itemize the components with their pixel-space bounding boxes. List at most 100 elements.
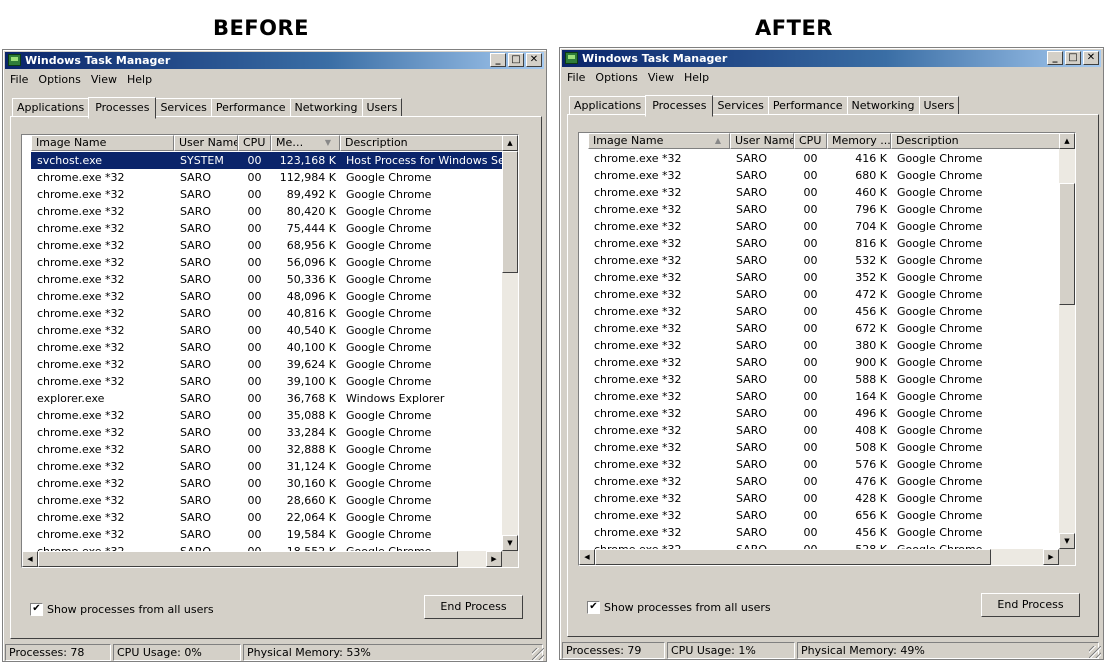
table-row[interactable]: chrome.exe *32 SARO 00 75,444 K Google Chrom… — [22, 220, 502, 237]
menu-view[interactable]: View — [643, 69, 679, 87]
tab-networking[interactable]: Networking — [846, 96, 920, 115]
menu-options[interactable]: Options — [33, 71, 85, 89]
tab-users[interactable]: Users — [361, 98, 403, 117]
scroll-right-button[interactable]: ▶ — [1043, 549, 1059, 565]
table-row[interactable]: chrome.exe *32 SARO 00 68,956 K Google Chrom… — [22, 237, 502, 254]
table-row[interactable]: chrome.exe *32 SARO 00 80,420 K Google Chrom… — [22, 203, 502, 220]
menu-help[interactable]: Help — [122, 71, 157, 89]
table-row[interactable]: chrome.exe *32 SARO 00 39,624 K Google Chrom… — [22, 356, 502, 373]
end-process-button[interactable]: End Process — [981, 593, 1080, 617]
minimize-button[interactable]: _ — [1047, 51, 1063, 65]
table-row[interactable]: chrome.exe *32 SARO 00 164 K Google Chrome — [579, 388, 1059, 405]
scroll-left-button[interactable]: ◀ — [579, 549, 595, 565]
vertical-scrollbar[interactable]: ▲ ▼ — [502, 135, 518, 551]
table-row[interactable]: chrome.exe *32 SARO 00 39,100 K Google Chrom… — [22, 373, 502, 390]
tab-applications[interactable]: Applications — [12, 98, 90, 117]
table-row[interactable]: chrome.exe *32 SARO 00 796 K Google Chrome — [579, 201, 1059, 218]
table-row[interactable]: chrome.exe *32 SARO 00 35,088 K Google Chrom… — [22, 407, 502, 424]
table-row[interactable]: chrome.exe *32 SARO 00 496 K Google Chrome — [579, 405, 1059, 422]
tab-applications[interactable]: Applications — [569, 96, 647, 115]
close-button[interactable]: ✕ — [1083, 51, 1099, 65]
table-row[interactable]: chrome.exe *32 SARO 00 112,984 K Google Chro… — [22, 169, 502, 186]
scroll-right-button[interactable]: ▶ — [486, 551, 502, 567]
table-row[interactable]: chrome.exe *32 SARO 00 816 K Google Chrome — [579, 235, 1059, 252]
tab-services[interactable]: Services — [155, 98, 212, 117]
table-row[interactable]: chrome.exe *32 SARO 00 28,660 K Google Chrom… — [22, 492, 502, 509]
col-description[interactable]: Description — [340, 135, 510, 151]
show-all-users-option[interactable]: ✔ Show processes from all users — [30, 603, 214, 616]
maximize-button[interactable]: □ — [1065, 51, 1081, 65]
horizontal-scroll-thumb[interactable] — [595, 549, 991, 565]
col-memory[interactable]: Me… ▼ — [271, 135, 340, 151]
table-row[interactable]: chrome.exe *32 SARO 00 40,816 K Google Chrom… — [22, 305, 502, 322]
scroll-up-button[interactable]: ▲ — [502, 135, 518, 151]
menu-options[interactable]: Options — [590, 69, 642, 87]
resize-grip-icon[interactable] — [1089, 646, 1101, 658]
end-process-button[interactable]: End Process — [424, 595, 523, 619]
table-row[interactable]: chrome.exe *32 SARO 00 532 K Google Chrome — [579, 252, 1059, 269]
table-row[interactable]: chrome.exe *32 SARO 00 704 K Google Chrome — [579, 218, 1059, 235]
table-row[interactable]: chrome.exe *32 SARO 00 460 K Google Chrome — [579, 184, 1059, 201]
scroll-left-button[interactable]: ◀ — [22, 551, 38, 567]
table-row[interactable]: explorer.exe SARO 00 36,768 K Windows Explor… — [22, 390, 502, 407]
col-cpu[interactable]: CPU — [794, 133, 827, 149]
process-list[interactable]: Image Name User Name CPU Me… ▼ Description svc… — [21, 134, 519, 568]
vertical-scroll-thumb[interactable] — [502, 151, 518, 273]
table-row[interactable]: chrome.exe *32 SARO 00 31,124 K Google Chrom… — [22, 458, 502, 475]
table-row[interactable]: chrome.exe *32 SARO 00 19,584 K Google Chrom… — [22, 526, 502, 543]
scroll-down-button[interactable]: ▼ — [1059, 533, 1075, 549]
table-row[interactable]: chrome.exe *32 SARO 00 900 K Google Chrome — [579, 354, 1059, 371]
table-row[interactable]: chrome.exe *32 SARO 00 40,100 K Google Chrom… — [22, 339, 502, 356]
tab-performance[interactable]: Performance — [210, 98, 291, 117]
scroll-down-button[interactable]: ▼ — [502, 535, 518, 551]
horizontal-scrollbar[interactable]: ◀ ▶ — [579, 549, 1059, 565]
show-all-users-checkbox[interactable]: ✔ — [587, 601, 600, 614]
vertical-scroll-thumb[interactable] — [1059, 183, 1075, 305]
table-row[interactable]: chrome.exe *32 SARO 00 50,336 K Google Chrom… — [22, 271, 502, 288]
vertical-scrollbar[interactable]: ▲ ▼ — [1059, 133, 1075, 549]
table-row[interactable]: chrome.exe *32 SARO 00 48,096 K Google Chrom… — [22, 288, 502, 305]
col-image-name[interactable]: Image Name ▲ — [588, 133, 730, 149]
table-row[interactable]: chrome.exe *32 SARO 00 476 K Google Chrome — [579, 473, 1059, 490]
tab-networking[interactable]: Networking — [289, 98, 363, 117]
horizontal-scroll-thumb[interactable] — [38, 551, 458, 567]
table-row[interactable]: chrome.exe *32 SARO 00 680 K Google Chrome — [579, 167, 1059, 184]
table-row[interactable]: chrome.exe *32 SARO 00 456 K Google Chrome — [579, 303, 1059, 320]
tab-users[interactable]: Users — [918, 96, 960, 115]
table-row[interactable]: chrome.exe *32 SARO 00 32,888 K Google Chrom… — [22, 441, 502, 458]
resize-grip-icon[interactable] — [532, 648, 544, 660]
table-row[interactable]: chrome.exe *32 SARO 00 576 K Google Chrome — [579, 456, 1059, 473]
table-row[interactable]: chrome.exe *32 SARO 00 352 K Google Chrome — [579, 269, 1059, 286]
table-row[interactable]: chrome.exe *32 SARO 00 408 K Google Chrome — [579, 422, 1059, 439]
tab-processes[interactable]: Processes — [645, 95, 714, 117]
table-row[interactable]: chrome.exe *32 SARO 00 33,284 K Google Chrom… — [22, 424, 502, 441]
col-cpu[interactable]: CPU — [238, 135, 271, 151]
table-row[interactable]: chrome.exe *32 SARO 00 508 K Google Chrome — [579, 439, 1059, 456]
table-row[interactable]: chrome.exe *32 SARO 00 89,492 K Google Chrom… — [22, 186, 502, 203]
process-list[interactable]: Image Name ▲ User Name CPU Memory ... Descrip… — [578, 132, 1076, 566]
menu-view[interactable]: View — [86, 71, 122, 89]
table-row[interactable]: chrome.exe *32 SARO 00 456 K Google Chrome — [579, 524, 1059, 541]
show-all-users-option[interactable]: ✔ Show processes from all users — [587, 601, 771, 614]
col-user-name[interactable]: User Name — [730, 133, 794, 149]
table-row[interactable]: chrome.exe *32 SARO 00 40,540 K Google Chrom… — [22, 322, 502, 339]
menu-file[interactable]: File — [5, 71, 33, 89]
col-memory[interactable]: Memory ... — [827, 133, 891, 149]
table-row[interactable]: chrome.exe *32 SARO 00 428 K Google Chrome — [579, 490, 1059, 507]
tab-processes[interactable]: Processes — [88, 97, 157, 119]
close-button[interactable]: ✕ — [526, 53, 542, 67]
menu-file[interactable]: File — [562, 69, 590, 87]
col-user-name[interactable]: User Name — [174, 135, 238, 151]
table-row[interactable]: chrome.exe *32 SARO 00 56,096 K Google Chrom… — [22, 254, 502, 271]
table-row[interactable]: chrome.exe *32 SARO 00 472 K Google Chrome — [579, 286, 1059, 303]
table-row[interactable]: chrome.exe *32 SARO 00 380 K Google Chrome — [579, 337, 1059, 354]
table-row[interactable]: chrome.exe *32 SARO 00 416 K Google Chrome — [579, 150, 1059, 167]
table-row[interactable]: chrome.exe *32 SARO 00 22,064 K Google Chrom… — [22, 509, 502, 526]
table-row[interactable]: svchost.exe SYSTEM 00 123,168 K Host Process… — [22, 152, 510, 169]
show-all-users-checkbox[interactable]: ✔ — [30, 603, 43, 616]
col-image-name[interactable]: Image Name — [31, 135, 174, 151]
minimize-button[interactable]: _ — [490, 53, 506, 67]
table-row[interactable]: chrome.exe *32 SARO 00 30,160 K Google Chrom… — [22, 475, 502, 492]
horizontal-scrollbar[interactable]: ◀ ▶ — [22, 551, 502, 567]
col-description[interactable]: Description — [891, 133, 1061, 149]
